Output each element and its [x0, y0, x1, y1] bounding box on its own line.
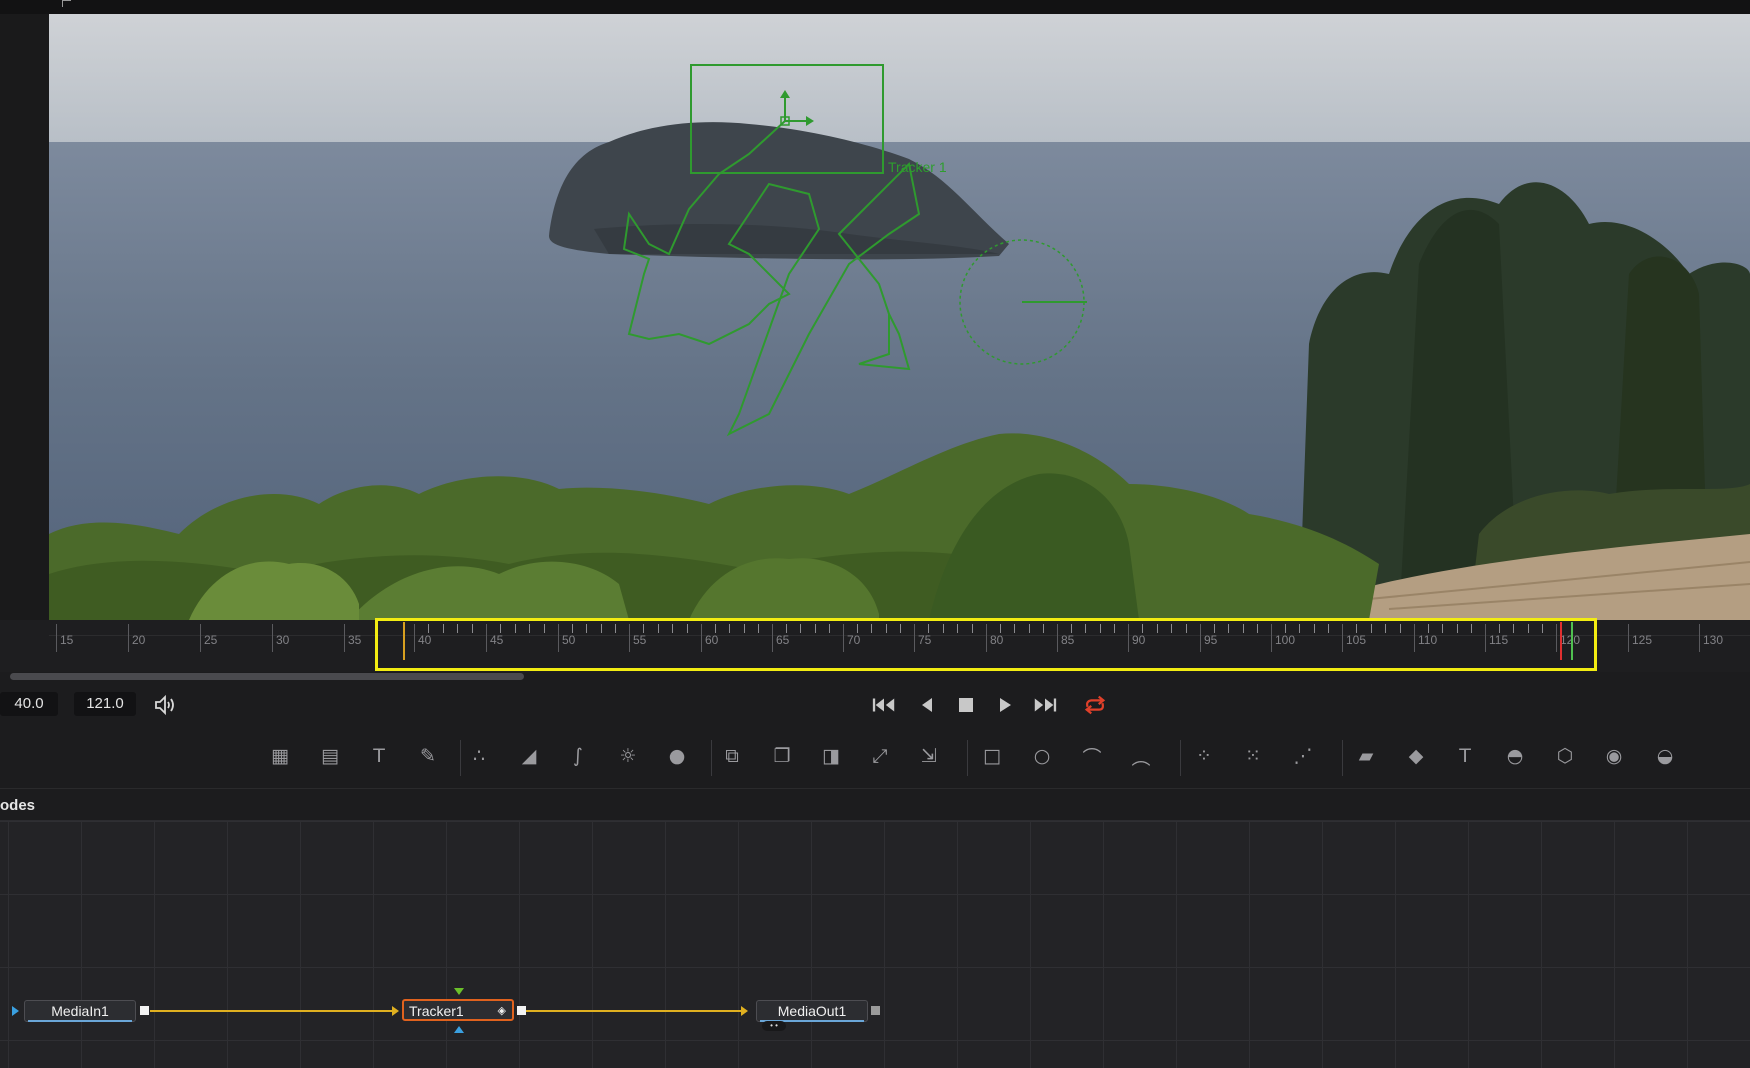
- node-tracker1[interactable]: Tracker1 ◈: [402, 999, 514, 1021]
- nodes-panel-header: odes: [0, 790, 1750, 821]
- node-mediaout1-label: MediaOut1: [777, 1003, 847, 1019]
- polygon-mask-icon[interactable]: ⌒: [1077, 741, 1107, 771]
- current-frame-field[interactable]: 40.0: [0, 692, 58, 716]
- merge3d-icon[interactable]: ◆: [1401, 741, 1431, 771]
- transform-icon[interactable]: ⤢: [865, 741, 895, 771]
- merge-icon[interactable]: ⧉: [717, 741, 747, 771]
- audio-speaker-icon[interactable]: [152, 692, 178, 718]
- node-editor[interactable]: MediaIn1 Tracker1 ◈ MediaOut1 • •: [0, 821, 1750, 1068]
- particle-settings-icon[interactable]: ⋰: [1288, 741, 1318, 771]
- light3d-icon[interactable]: ◉: [1599, 741, 1629, 771]
- particle-emitter-icon[interactable]: ⁘: [1189, 741, 1219, 771]
- loop-icon[interactable]: [1082, 692, 1108, 718]
- viewer[interactable]: Tracker 1: [49, 14, 1750, 620]
- stop-icon[interactable]: [953, 692, 979, 718]
- text3d-icon[interactable]: T: [1450, 741, 1480, 771]
- rectangle-mask-icon[interactable]: □: [977, 741, 1007, 771]
- node-mediain1-underline: [28, 1020, 132, 1022]
- ruler-major-tick: [344, 624, 345, 652]
- transport-bar: 40.0 121.0: [0, 684, 1750, 726]
- blur-drop-icon[interactable]: ●: [662, 741, 692, 771]
- layer-icon[interactable]: ❐: [767, 741, 797, 771]
- viewer-image: Tracker 1: [49, 14, 1750, 620]
- ruler-tick-label: 35: [348, 633, 362, 647]
- viewer-top-bar: [0, 0, 1750, 14]
- toolbar-separator: [460, 740, 461, 776]
- background-icon[interactable]: ▦: [265, 741, 295, 771]
- go-to-end-icon[interactable]: [1032, 692, 1058, 718]
- toolbar-separator: [967, 740, 968, 776]
- ruler-major-tick: [200, 624, 201, 652]
- render-out-marker[interactable]: [1560, 622, 1562, 660]
- image-plane-icon[interactable]: ◒: [1650, 741, 1680, 771]
- toolbar-separator: [711, 740, 712, 776]
- view-indicator-dots-icon[interactable]: • •: [762, 1021, 786, 1031]
- ruler-major-tick: [128, 624, 129, 652]
- render-range-highlight: [375, 618, 1597, 671]
- ruler-tick-label: 15: [60, 633, 74, 647]
- render-in-marker[interactable]: [403, 622, 405, 660]
- particles-icon[interactable]: ∴: [464, 741, 494, 771]
- ruler-major-tick: [56, 624, 57, 652]
- bspline-mask-icon[interactable]: ︵: [1126, 741, 1156, 771]
- end-frame-field[interactable]: 121.0: [74, 692, 136, 716]
- node-links: [12, 988, 880, 1033]
- ruler-tick-label: 125: [1632, 633, 1653, 647]
- ruler-tick-label: 30: [276, 633, 290, 647]
- particle-render-icon[interactable]: ⁙: [1238, 741, 1268, 771]
- ellipse-mask-icon[interactable]: ○: [1027, 741, 1057, 771]
- text-icon[interactable]: T: [364, 741, 394, 771]
- go-to-start-icon[interactable]: [871, 692, 897, 718]
- step-back-icon[interactable]: [914, 692, 940, 718]
- node-tracker1-label: Tracker1: [409, 1003, 464, 1019]
- brightness-contrast-icon[interactable]: ☼: [613, 741, 643, 771]
- toolbar-separator: [1342, 740, 1343, 776]
- paint-icon[interactable]: ✎: [413, 741, 443, 771]
- node-mediain1[interactable]: MediaIn1: [24, 1000, 136, 1022]
- ruler-major-tick: [1699, 624, 1700, 652]
- viewer-corner-mark: [62, 0, 71, 7]
- ruler-tick-label: 130: [1703, 633, 1724, 647]
- ruler-tick-label: 20: [132, 633, 146, 647]
- node-mediain1-label: MediaIn1: [51, 1003, 109, 1019]
- node-mediaout1[interactable]: MediaOut1: [756, 1000, 868, 1022]
- ruler-major-tick: [272, 624, 273, 652]
- ruler-tick-label: 25: [204, 633, 218, 647]
- color-corrector-icon[interactable]: ◢: [514, 741, 544, 771]
- tracker-label: Tracker 1: [888, 159, 947, 175]
- resize-icon[interactable]: ⇲: [914, 741, 944, 771]
- timeline-scrollbar[interactable]: [10, 673, 524, 680]
- matte-control-icon[interactable]: ◨: [816, 741, 846, 771]
- left-panel-strip: [0, 14, 49, 620]
- ruler-major-tick: [1628, 624, 1629, 652]
- play-icon[interactable]: [992, 692, 1018, 718]
- keyframe-diamond-icon: ◈: [497, 1005, 506, 1017]
- fastnoise-icon[interactable]: ▤: [315, 741, 345, 771]
- camera3d-icon[interactable]: ◓: [1500, 741, 1530, 771]
- playhead-marker[interactable]: [1571, 622, 1573, 660]
- tools-toolbar: ▦ ▤ T ✎ ∴ ◢ ∫ ☼ ● ⧉ ❐ ◨ ⤢ ⇲ □ ○ ⌒ ︵ ⁘ ⁙ ⋰ ▰ ◆ T ◓ ⬡ ◉ ◒: [0, 728, 1750, 789]
- color-curves-icon[interactable]: ∫: [563, 741, 593, 771]
- shape3d-icon[interactable]: ▰: [1351, 741, 1381, 771]
- toolbar-separator: [1180, 740, 1181, 776]
- nodes-panel-title: odes: [0, 797, 36, 814]
- renderer3d-icon[interactable]: ⬡: [1550, 741, 1580, 771]
